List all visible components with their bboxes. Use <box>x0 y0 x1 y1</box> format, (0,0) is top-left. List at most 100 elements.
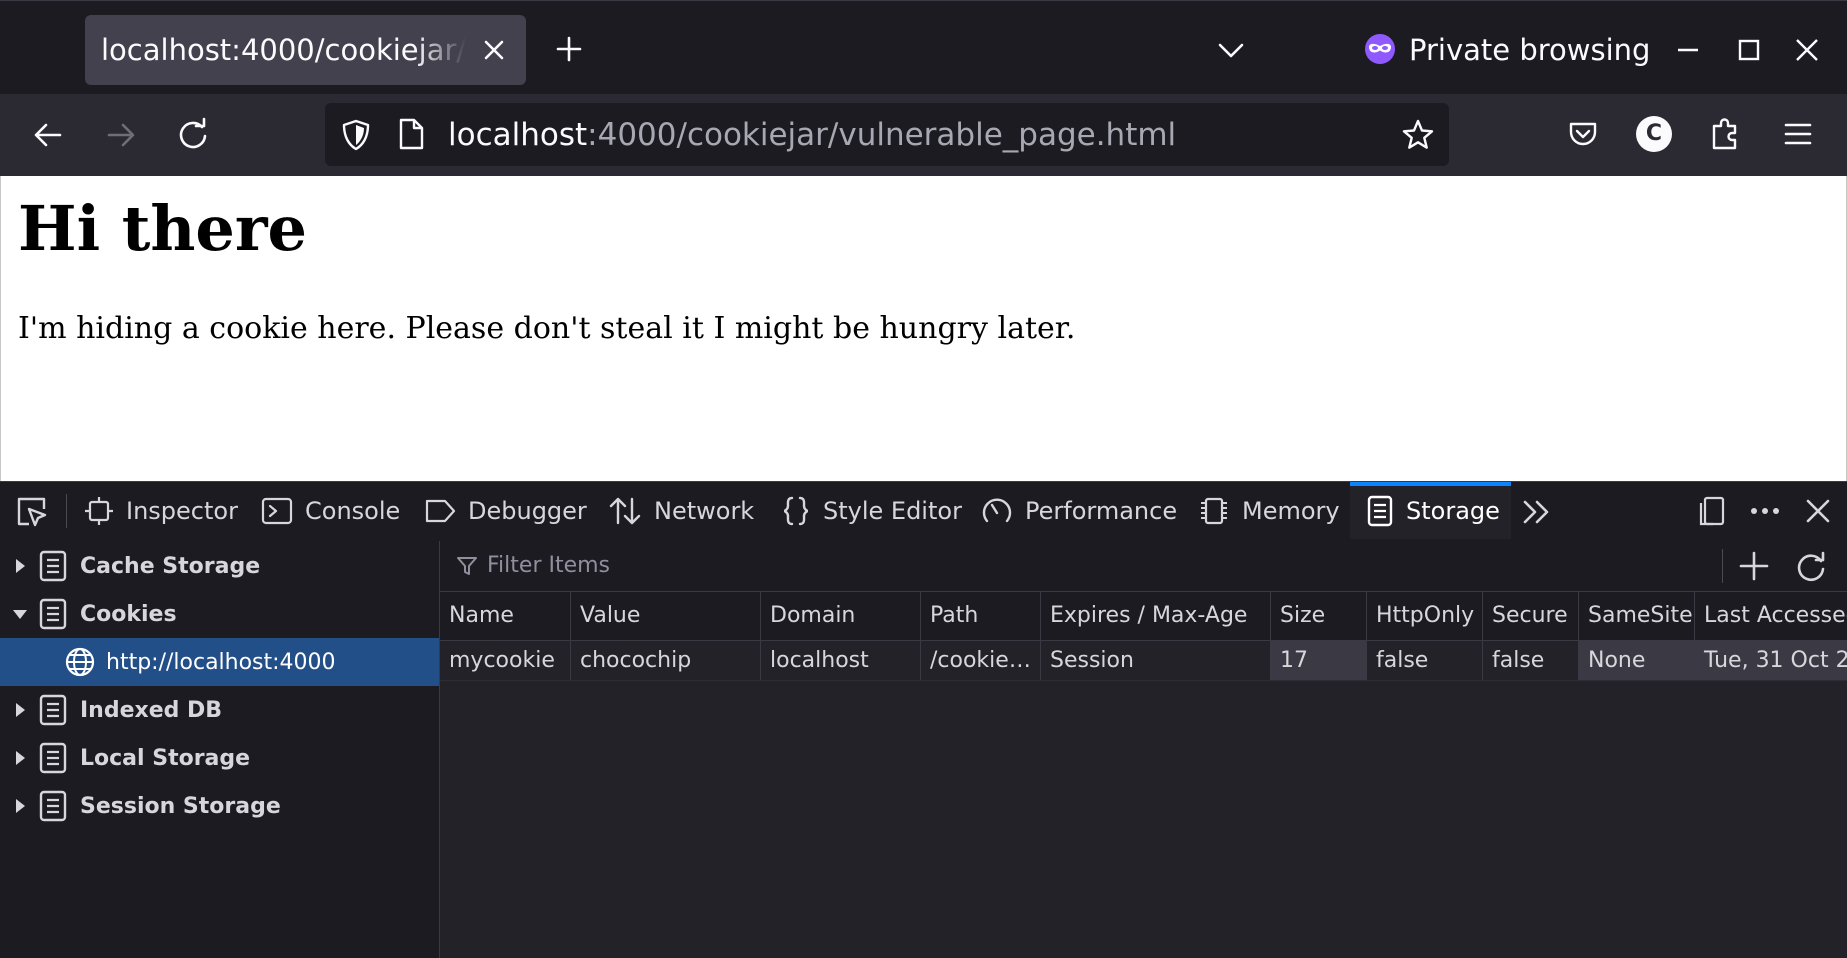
hamburger-menu-icon[interactable] <box>1781 118 1815 150</box>
column-header-path[interactable]: Path <box>920 592 1040 640</box>
filter-items-input[interactable]: Filter Items <box>487 549 610 583</box>
tab-inspector-label: Inspector <box>126 496 238 525</box>
style-editor-icon <box>783 496 809 525</box>
cell-path[interactable]: /cookiejar/ <box>920 641 1040 680</box>
tab-style-editor-label: Style Editor <box>823 496 962 525</box>
cell-value[interactable]: chocochip <box>570 641 760 680</box>
tree-item-session-storage[interactable]: Session Storage <box>0 782 439 830</box>
collapse-arrow-icon[interactable] <box>10 604 30 624</box>
column-header-size[interactable]: Size <box>1270 592 1366 640</box>
filter-funnel-icon <box>456 555 478 577</box>
tab-performance-label: Performance <box>1025 496 1178 525</box>
column-header-secure[interactable]: Secure <box>1482 592 1578 640</box>
tree-item-label: Cache Storage <box>80 553 261 579</box>
tab-inspector[interactable]: Inspector <box>84 482 238 539</box>
private-browsing-icon <box>1364 33 1396 65</box>
more-tools-chevron-icon[interactable] <box>1521 497 1553 527</box>
tree-item-cache-storage[interactable]: Cache Storage <box>0 542 439 590</box>
network-icon <box>609 497 641 524</box>
database-icon <box>39 598 67 630</box>
debugger-icon <box>425 499 456 522</box>
column-header-name[interactable]: Name <box>440 592 570 640</box>
expand-arrow-icon[interactable] <box>10 556 30 576</box>
browser-tab[interactable]: localhost:4000/cookiejar/vulnerable_page… <box>85 15 526 85</box>
close-window-icon[interactable] <box>1791 34 1823 66</box>
column-header-last-accessed[interactable]: Last Accessed <box>1694 592 1847 640</box>
close-devtools-icon[interactable] <box>1802 495 1834 527</box>
tree-item-localhost-cookies[interactable]: http://localhost:4000 <box>0 638 439 686</box>
cell-domain[interactable]: localhost <box>760 641 920 680</box>
column-header-domain[interactable]: Domain <box>760 592 920 640</box>
tree-item-label: Local Storage <box>80 745 251 771</box>
toolbar-separator <box>1722 549 1723 583</box>
column-header-value[interactable]: Value <box>570 592 760 640</box>
url-path: :4000/cookiejar/vulnerable_page.html <box>587 117 1177 153</box>
tab-network-label: Network <box>654 496 755 525</box>
chevron-down-icon[interactable] <box>1214 33 1248 67</box>
pocket-icon[interactable] <box>1566 117 1600 151</box>
tab-storage[interactable]: Storage <box>1366 482 1500 539</box>
tab-close-icon[interactable] <box>479 35 509 65</box>
cell-expires[interactable]: Session <box>1040 641 1270 680</box>
column-header-expires[interactable]: Expires / Max-Age <box>1040 592 1270 640</box>
tree-item-cookies[interactable]: Cookies <box>0 590 439 638</box>
storage-icon <box>1367 495 1393 526</box>
expand-arrow-icon[interactable] <box>10 796 30 816</box>
toolbar-separator <box>66 494 67 528</box>
page-paragraph: I'm hiding a cookie here. Please don't s… <box>18 311 1076 346</box>
tab-style-editor[interactable]: Style Editor <box>781 482 962 539</box>
globe-icon <box>65 647 95 677</box>
maximize-icon[interactable] <box>1733 34 1765 66</box>
memory-icon <box>1201 497 1227 524</box>
back-arrow-icon[interactable] <box>30 117 66 153</box>
tab-memory-label: Memory <box>1242 496 1340 525</box>
account-avatar[interactable]: C <box>1636 116 1672 152</box>
cell-size[interactable]: 17 <box>1270 641 1366 680</box>
cell-secure[interactable]: false <box>1482 641 1578 680</box>
tracking-protection-shield-icon[interactable] <box>339 118 373 152</box>
tab-storage-label: Storage <box>1406 496 1500 525</box>
more-options-icon[interactable] <box>1748 495 1782 527</box>
database-icon <box>39 550 67 582</box>
element-picker-icon[interactable] <box>14 494 50 530</box>
tab-console[interactable]: Console <box>261 482 400 539</box>
page-info-icon[interactable] <box>397 117 425 151</box>
tree-item-label: Cookies <box>80 601 177 627</box>
row-divider <box>440 680 1847 681</box>
url-text[interactable]: localhost:4000/cookiejar/vulnerable_page… <box>448 112 1176 158</box>
tree-item-label: http://localhost:4000 <box>106 649 336 675</box>
performance-icon <box>982 498 1012 522</box>
bookmark-star-icon[interactable] <box>1401 118 1435 152</box>
cell-httponly[interactable]: false <box>1366 641 1482 680</box>
cell-name[interactable]: mycookie <box>440 641 570 680</box>
expand-arrow-icon[interactable] <box>10 748 30 768</box>
cell-samesite[interactable]: None <box>1578 641 1694 680</box>
tree-item-indexed-db[interactable]: Indexed DB <box>0 686 439 734</box>
url-host: localhost <box>448 117 588 153</box>
window-top-border <box>0 0 1847 1</box>
tab-debugger[interactable]: Debugger <box>424 482 587 539</box>
tree-item-local-storage[interactable]: Local Storage <box>0 734 439 782</box>
new-tab-icon[interactable] <box>553 33 585 65</box>
tab-memory[interactable]: Memory <box>1198 482 1340 539</box>
forward-arrow-icon[interactable] <box>103 117 139 153</box>
tab-network[interactable]: Network <box>608 482 754 539</box>
tree-item-label: Session Storage <box>80 793 281 819</box>
filter-bar <box>440 541 1847 592</box>
tab-performance[interactable]: Performance <box>981 482 1177 539</box>
column-header-httponly[interactable]: HttpOnly <box>1366 592 1482 640</box>
tab-debugger-label: Debugger <box>468 496 587 525</box>
column-header-samesite[interactable]: SameSite <box>1578 592 1694 640</box>
tab-title: localhost:4000/cookiejar/vulnerable_page… <box>101 33 466 67</box>
console-icon <box>261 497 293 524</box>
reload-icon[interactable] <box>175 117 211 153</box>
cell-last-accessed[interactable]: Tue, 31 Oct 20 <box>1694 641 1847 680</box>
dock-side-icon[interactable] <box>1696 495 1728 527</box>
expand-arrow-icon[interactable] <box>10 700 30 720</box>
add-item-icon[interactable] <box>1737 549 1771 583</box>
database-icon <box>39 790 67 822</box>
refresh-icon[interactable] <box>1794 549 1828 583</box>
minimize-icon[interactable] <box>1672 34 1704 66</box>
extensions-puzzle-icon[interactable] <box>1708 116 1742 152</box>
inspector-icon <box>85 496 113 525</box>
